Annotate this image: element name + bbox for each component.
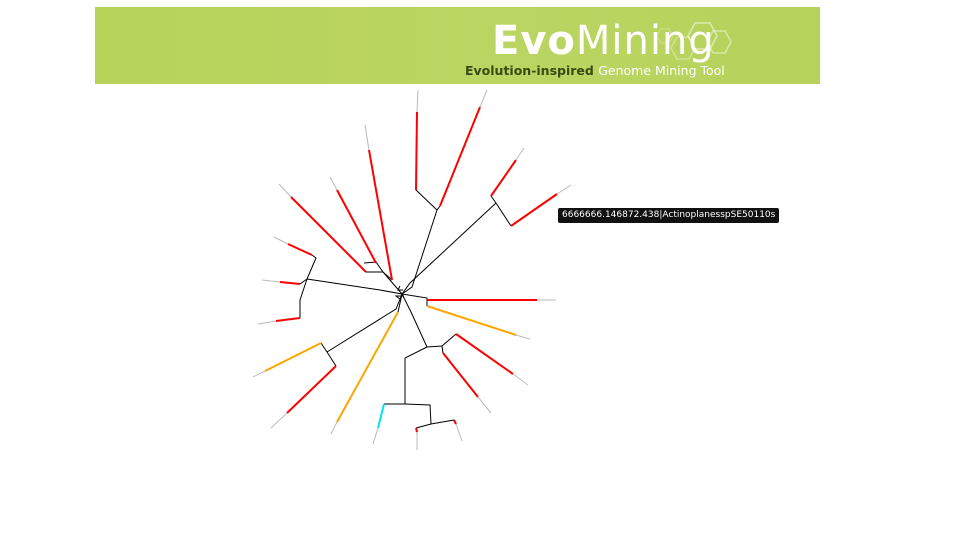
leaf-tip xyxy=(556,184,572,195)
branch xyxy=(404,403,432,425)
branch xyxy=(401,209,438,295)
tree-leaves xyxy=(252,89,572,450)
leaf-line xyxy=(286,365,337,414)
branch xyxy=(320,342,328,353)
branch xyxy=(426,345,443,348)
leaf-tip xyxy=(364,124,370,151)
leaf-line xyxy=(336,189,377,264)
leaf-tip xyxy=(329,176,338,191)
leaf-tip xyxy=(270,412,288,429)
leaf-tip xyxy=(455,423,463,442)
leaf-tip xyxy=(477,396,492,414)
branch xyxy=(397,285,403,291)
leaf-tip xyxy=(416,89,419,113)
leaf-line xyxy=(426,305,517,336)
tree-branches xyxy=(299,189,512,429)
branch xyxy=(404,346,428,404)
leaf-tip xyxy=(330,421,338,435)
leaf-tip xyxy=(479,89,488,108)
branch xyxy=(326,293,403,353)
branch xyxy=(415,189,438,211)
leaf-tip xyxy=(372,427,379,445)
leaf-line xyxy=(264,342,322,372)
branch xyxy=(363,261,384,273)
leaf-tip xyxy=(515,334,531,340)
phylogenetic-tree[interactable] xyxy=(0,0,960,540)
leaf-tip xyxy=(252,370,266,378)
leaf-tip xyxy=(515,147,525,161)
leaf-line xyxy=(275,317,301,322)
branch xyxy=(441,333,457,347)
leaf-line xyxy=(415,427,418,433)
leaf-tip xyxy=(273,236,289,245)
leaf-tip xyxy=(257,320,277,325)
leaf-line xyxy=(439,106,481,207)
leaf-tip xyxy=(512,373,529,386)
leaf-line xyxy=(290,196,367,273)
leaf-line xyxy=(368,149,393,281)
branch xyxy=(306,278,403,295)
leaf-line xyxy=(455,333,514,375)
branch xyxy=(490,195,497,204)
leaf-line xyxy=(377,403,385,429)
branch xyxy=(299,278,308,318)
leaf-tooltip: 6666666.146872.438|ActinoplanesspSE50110… xyxy=(558,208,780,223)
branch xyxy=(441,345,444,354)
branch xyxy=(401,202,497,295)
branch xyxy=(430,419,455,425)
leaf-line xyxy=(442,352,479,398)
leaf-line xyxy=(453,419,457,425)
leaf-line xyxy=(415,111,418,191)
leaf-line xyxy=(510,193,558,227)
leaf-line xyxy=(490,159,517,197)
branch xyxy=(326,351,337,367)
leaf-tip xyxy=(278,183,292,198)
branch xyxy=(495,202,512,227)
leaf-line xyxy=(279,281,301,285)
branch xyxy=(415,423,432,429)
branch xyxy=(306,254,317,280)
leaf-tip xyxy=(261,279,281,283)
leaf-line xyxy=(336,311,399,423)
branch xyxy=(436,205,441,211)
leaf-line xyxy=(287,243,313,256)
branch xyxy=(401,293,428,348)
branch xyxy=(401,293,428,300)
